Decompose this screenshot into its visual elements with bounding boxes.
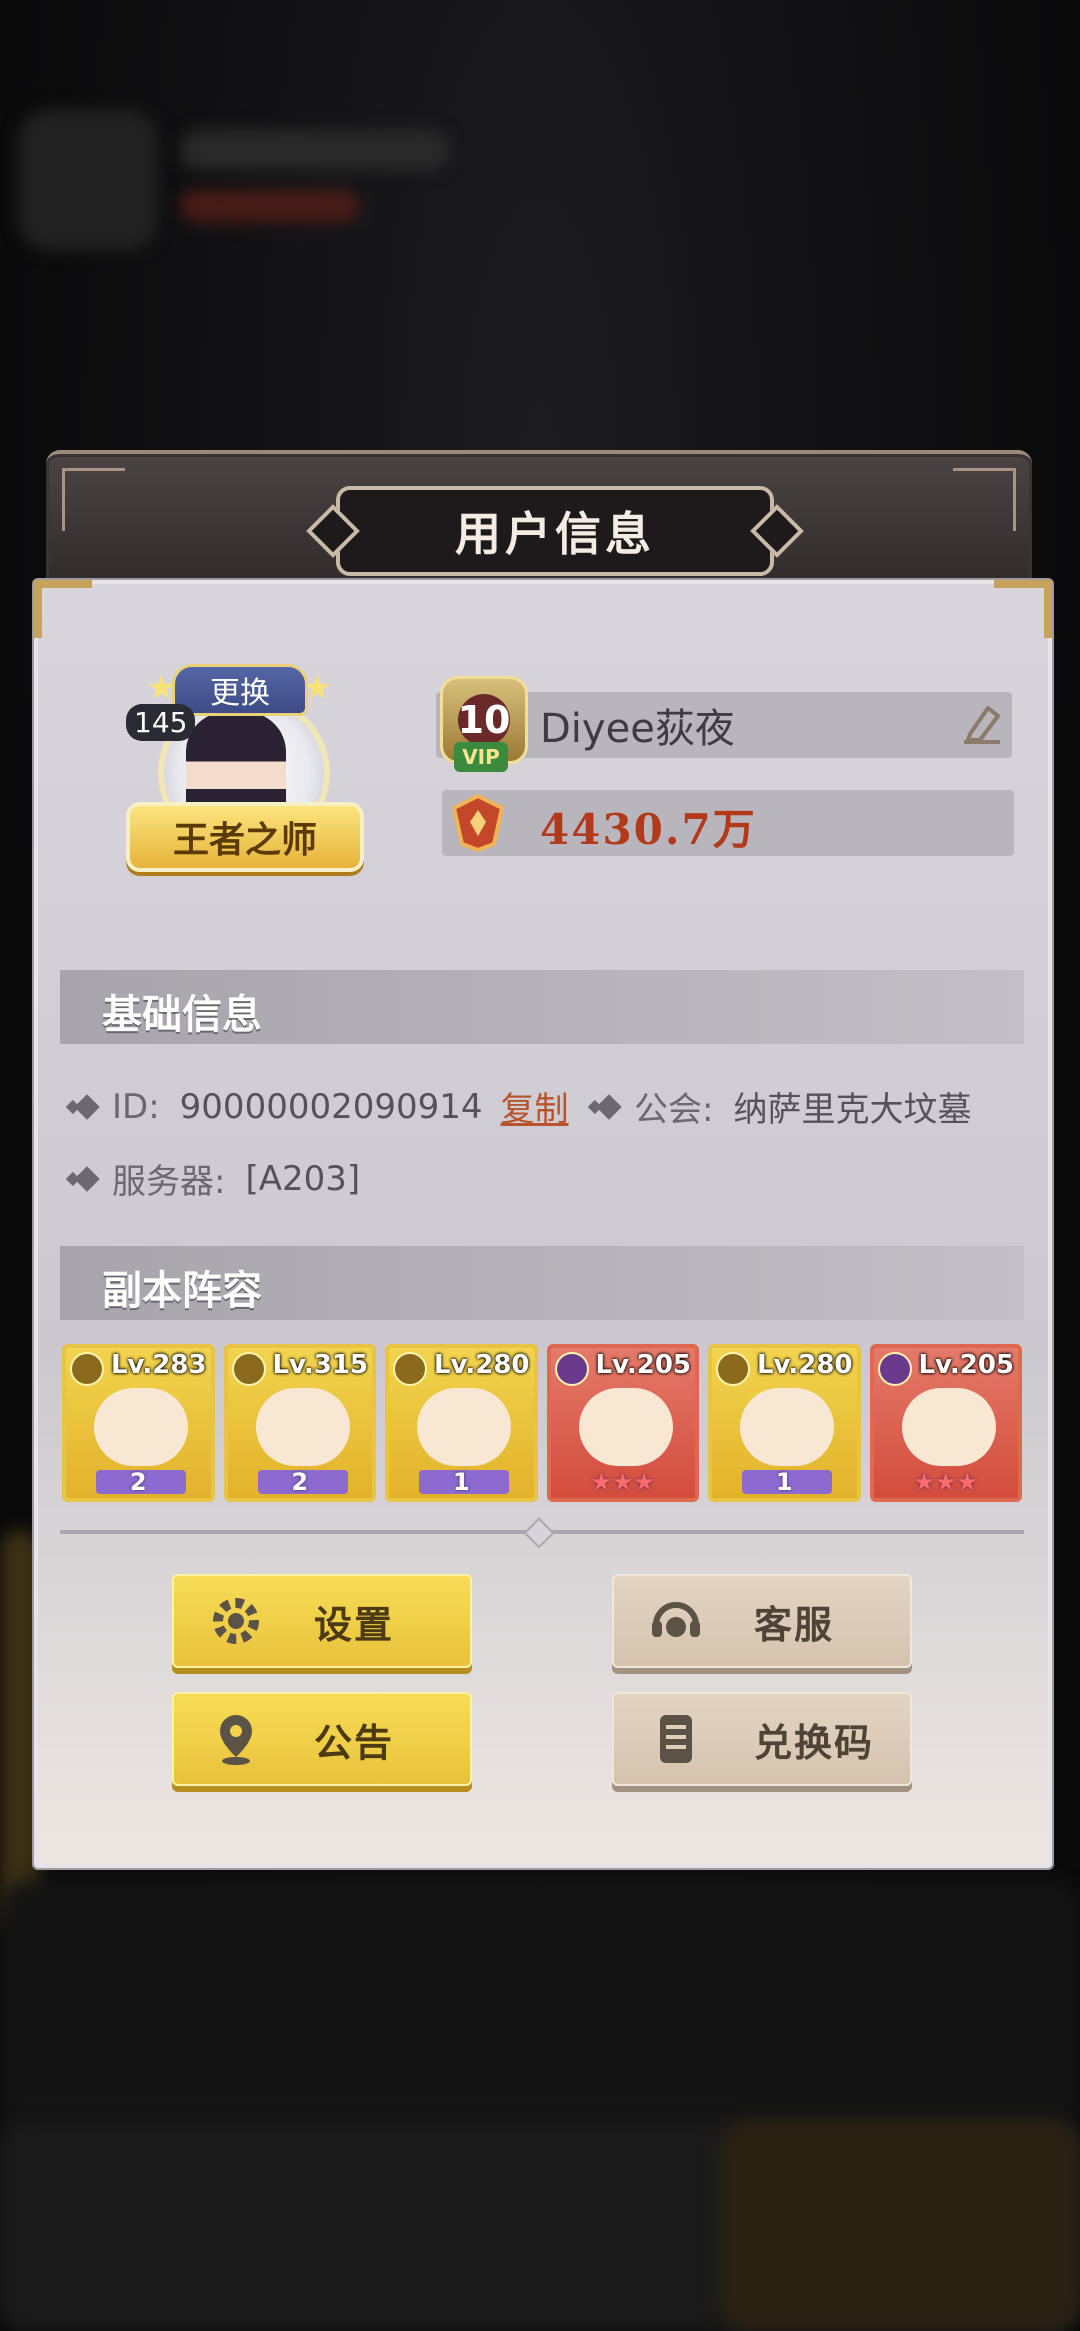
diamond-bullet-icon bbox=[74, 1165, 100, 1192]
server-label: 服务器: bbox=[112, 1162, 226, 1202]
lineup-title: 副本阵容 bbox=[102, 1268, 262, 1314]
hero-level: Lv.280 bbox=[433, 1350, 530, 1380]
hero-card[interactable]: Lv.315 2 bbox=[223, 1344, 376, 1502]
id-value: 90000002090914 bbox=[179, 1086, 483, 1127]
guild-label: 公会: bbox=[634, 1090, 714, 1130]
element-icon bbox=[393, 1352, 427, 1386]
hero-level: Lv.280 bbox=[756, 1350, 853, 1380]
location-pin-icon bbox=[220, 1715, 252, 1765]
hero-portrait bbox=[578, 1388, 673, 1466]
headset-icon bbox=[652, 1602, 700, 1637]
hero-portrait bbox=[740, 1388, 834, 1466]
user-info-dialog: 用户信息 ★ ★ 更换 145 王者之师 10 VIP Diyee荻夜 4430… bbox=[34, 450, 1052, 1868]
background-bottom-right bbox=[720, 2120, 1080, 2331]
hero-card[interactable]: Lv.280 1 bbox=[708, 1344, 861, 1502]
server-value: [A203] bbox=[245, 1158, 361, 1199]
change-avatar-button[interactable]: 更换 bbox=[172, 664, 308, 716]
element-icon bbox=[716, 1352, 750, 1386]
settings-button[interactable]: 设置 bbox=[172, 1574, 472, 1668]
player-name: Diyee荻夜 bbox=[540, 706, 735, 752]
vip-level: 10 bbox=[458, 694, 510, 746]
guild-value: 纳萨里克大坟墓 bbox=[733, 1090, 972, 1130]
hero-portrait bbox=[255, 1388, 350, 1466]
hero-card[interactable]: Lv.280 1 bbox=[385, 1344, 538, 1502]
corner-ornament-left bbox=[34, 580, 92, 638]
diamond-bullet-icon bbox=[74, 1093, 100, 1120]
announcement-label: 公告 bbox=[314, 1720, 395, 1765]
avatar[interactable]: ★ ★ 更换 145 王者之师 bbox=[126, 664, 366, 874]
element-icon bbox=[231, 1352, 266, 1386]
server-line: 服务器: [A203] bbox=[74, 1154, 361, 1203]
vip-tag: VIP bbox=[454, 742, 508, 772]
copy-id-link[interactable]: 复制 bbox=[501, 1082, 569, 1131]
hero-lineup: Lv.283 2 Lv.315 2 Lv.280 1 Lv.205 ★★★ Lv… bbox=[62, 1344, 1022, 1502]
hero-stars: 1 bbox=[452, 1468, 470, 1496]
hero-card[interactable]: Lv.283 2 bbox=[62, 1344, 215, 1502]
hero-level: Lv.205 bbox=[595, 1350, 691, 1380]
lineup-header: 副本阵容 bbox=[60, 1246, 1024, 1320]
combat-power-icon bbox=[451, 793, 505, 853]
hero-level: Lv.315 bbox=[272, 1350, 368, 1380]
id-label: ID: bbox=[112, 1086, 160, 1127]
player-title-badge: 王者之师 bbox=[126, 802, 364, 872]
settings-label: 设置 bbox=[314, 1602, 395, 1647]
redeem-code-label: 兑换码 bbox=[754, 1720, 875, 1765]
element-icon bbox=[877, 1352, 912, 1386]
corner-ornament-right bbox=[994, 580, 1052, 638]
title-ornament-right bbox=[750, 504, 804, 558]
vip-badge: 10 VIP bbox=[436, 676, 528, 772]
hero-portrait bbox=[417, 1388, 511, 1466]
combat-power-value: 4430.7万 bbox=[540, 805, 757, 854]
element-icon bbox=[70, 1352, 104, 1386]
title-plate: 用户信息 bbox=[306, 486, 804, 576]
customer-service-button[interactable]: 客服 bbox=[612, 1574, 912, 1668]
basic-info-header: 基础信息 bbox=[60, 970, 1024, 1044]
hero-stars: ★★★ bbox=[913, 1468, 979, 1496]
diamond-bullet-icon bbox=[596, 1093, 622, 1120]
hero-card[interactable]: Lv.205 ★★★ bbox=[546, 1344, 699, 1502]
id-line: ID: 90000002090914 复制 bbox=[74, 1082, 569, 1131]
dialog-body: ★ ★ 更换 145 王者之师 10 VIP Diyee荻夜 4430.7万 基… bbox=[34, 580, 1052, 1868]
announcement-button[interactable]: 公告 bbox=[172, 1692, 472, 1786]
background-avatar bbox=[18, 110, 158, 250]
hero-stars: 2 bbox=[129, 1468, 147, 1496]
hero-portrait bbox=[94, 1388, 188, 1466]
hero-portrait bbox=[901, 1388, 996, 1466]
hero-card[interactable]: Lv.205 ★★★ bbox=[869, 1344, 1022, 1502]
edit-name-icon[interactable] bbox=[958, 700, 1006, 748]
hero-stars: ★★★ bbox=[590, 1468, 656, 1496]
avatar-level: 145 bbox=[126, 704, 196, 741]
element-icon bbox=[554, 1352, 589, 1386]
background-badge bbox=[180, 190, 360, 222]
hero-level: Lv.205 bbox=[918, 1350, 1014, 1380]
basic-info-title: 基础信息 bbox=[102, 992, 262, 1038]
dialog-title: 用户信息 bbox=[455, 507, 655, 561]
hero-level: Lv.283 bbox=[110, 1350, 207, 1380]
gear-icon bbox=[213, 1598, 259, 1644]
hero-stars: 1 bbox=[775, 1468, 793, 1496]
redeem-code-button[interactable]: 兑换码 bbox=[612, 1692, 912, 1786]
title-ornament-left bbox=[306, 504, 360, 558]
document-icon bbox=[660, 1715, 692, 1763]
hero-stars: 2 bbox=[291, 1468, 309, 1496]
customer-service-label: 客服 bbox=[754, 1602, 835, 1647]
divider-ornament bbox=[523, 1517, 555, 1549]
background-text bbox=[180, 130, 450, 170]
guild-line: 公会: 纳萨里克大坟墓 bbox=[596, 1082, 972, 1131]
